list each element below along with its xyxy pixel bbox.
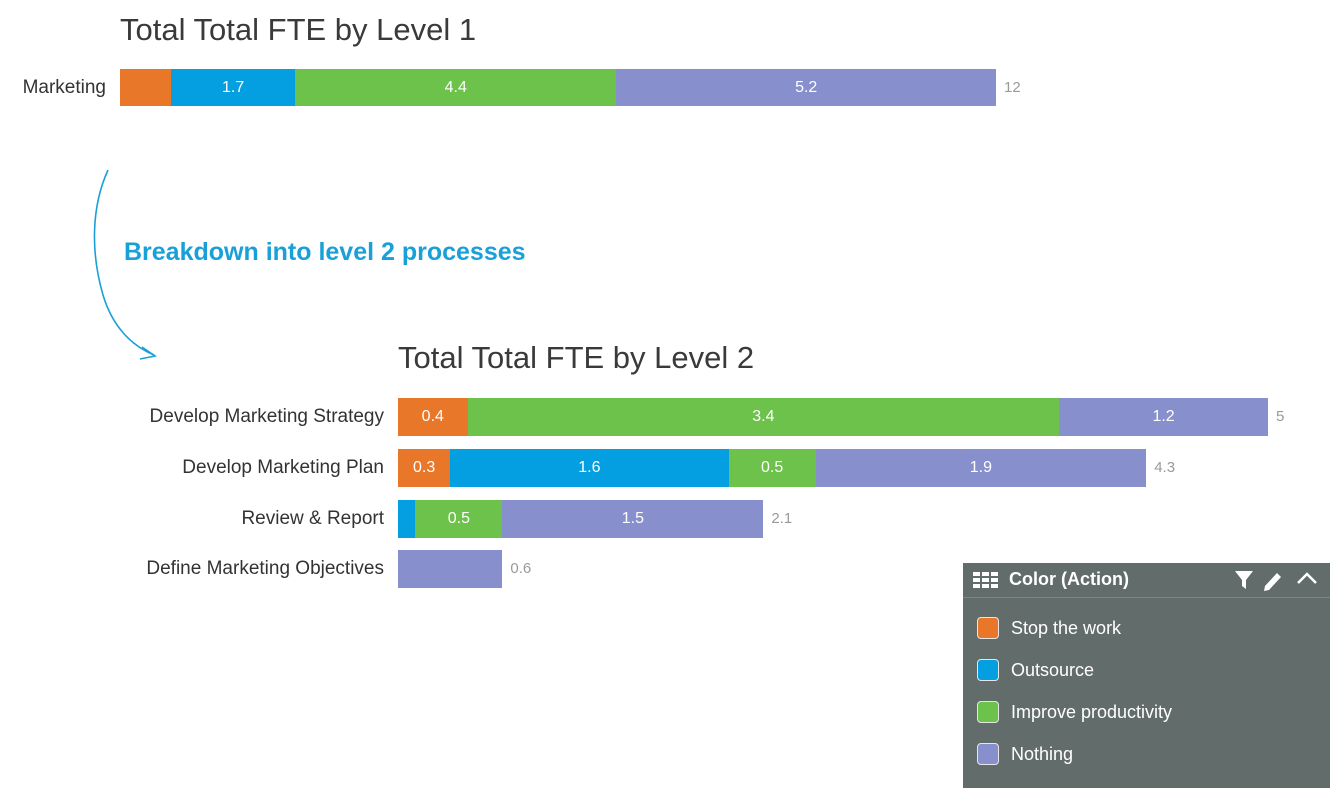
data-label: 0.5: [760, 459, 784, 476]
bar-segment-nothing[interactable]: 1.5: [502, 500, 764, 538]
legend-swatch: [977, 617, 999, 639]
breakdown-annotation: Breakdown into level 2 processes: [124, 238, 526, 266]
total-label: 12: [1004, 78, 1021, 96]
bar-segment-nothing[interactable]: [398, 550, 503, 588]
bar-segment-nothing[interactable]: 1.2: [1059, 398, 1268, 436]
bar-segment-improve-productivity[interactable]: 3.4: [467, 398, 1060, 436]
data-label: 0.3: [412, 459, 436, 476]
bar-segment-improve-productivity[interactable]: 0.5: [415, 500, 503, 538]
data-label: 1.7: [222, 78, 245, 96]
data-label: 1.9: [969, 459, 993, 476]
legend-item[interactable]: Outsource: [977, 657, 1094, 683]
grid-icon[interactable]: [973, 572, 999, 590]
legend-header: Color (Action): [963, 563, 1330, 598]
legend-label: Improve productivity: [1011, 702, 1173, 722]
legend-title: Color (Action): [1009, 569, 1129, 589]
legend-label: Nothing: [1011, 744, 1074, 764]
data-label: 1.5: [621, 510, 645, 527]
legend-label: Outsource: [1011, 660, 1095, 680]
bar-segment-outsource[interactable]: [398, 500, 416, 538]
total-label: 5: [1276, 408, 1285, 425]
total-label: 0.6: [510, 560, 532, 577]
total-label: 2.1: [771, 510, 793, 527]
data-label: 5.2: [795, 78, 818, 96]
bar-segment-improve-productivity[interactable]: 4.4: [295, 69, 617, 106]
bar-segment-outsource[interactable]: 1.6: [450, 449, 729, 487]
total-label: 4.3: [1154, 459, 1176, 476]
legend-item[interactable]: Nothing: [977, 741, 1073, 767]
legend-item[interactable]: Stop the work: [977, 615, 1121, 641]
bar-segment-stop-the-work[interactable]: 0.4: [398, 398, 468, 436]
data-label: 0.5: [447, 510, 471, 527]
legend-label: Stop the work: [1011, 618, 1122, 638]
pencil-icon[interactable]: [1261, 569, 1285, 591]
data-label: 3.4: [752, 408, 775, 425]
data-label: 4.4: [444, 78, 467, 96]
breakdown-arrow-icon: [93, 169, 158, 360]
chevron-up-icon[interactable]: [1296, 571, 1318, 585]
bar-segment-nothing[interactable]: 5.2: [616, 69, 996, 106]
category-label: Develop Marketing Plan: [182, 457, 384, 478]
color-legend-panel: Color (Action) Stop the work Outsource Imp…: [963, 563, 1330, 788]
category-label: Develop Marketing Strategy: [149, 406, 384, 427]
legend-swatch: [977, 701, 999, 723]
legend-swatch: [977, 743, 999, 765]
legend-swatch: [977, 659, 999, 681]
data-label: 0.4: [421, 408, 444, 425]
chart-title-level-2: Total Total FTE by Level 2: [398, 340, 755, 375]
data-label: 1.2: [1152, 408, 1175, 425]
legend-item[interactable]: Improve productivity: [977, 699, 1172, 725]
bar-segment-nothing[interactable]: 1.9: [815, 449, 1147, 487]
category-label: Review & Report: [241, 508, 384, 529]
data-label: 1.6: [578, 459, 601, 476]
bar-segment-stop-the-work[interactable]: 0.3: [398, 449, 451, 487]
filter-icon[interactable]: [1234, 569, 1254, 591]
bar-segment-improve-productivity[interactable]: 0.5: [728, 449, 816, 487]
category-label: Define Marketing Objectives: [146, 558, 384, 579]
